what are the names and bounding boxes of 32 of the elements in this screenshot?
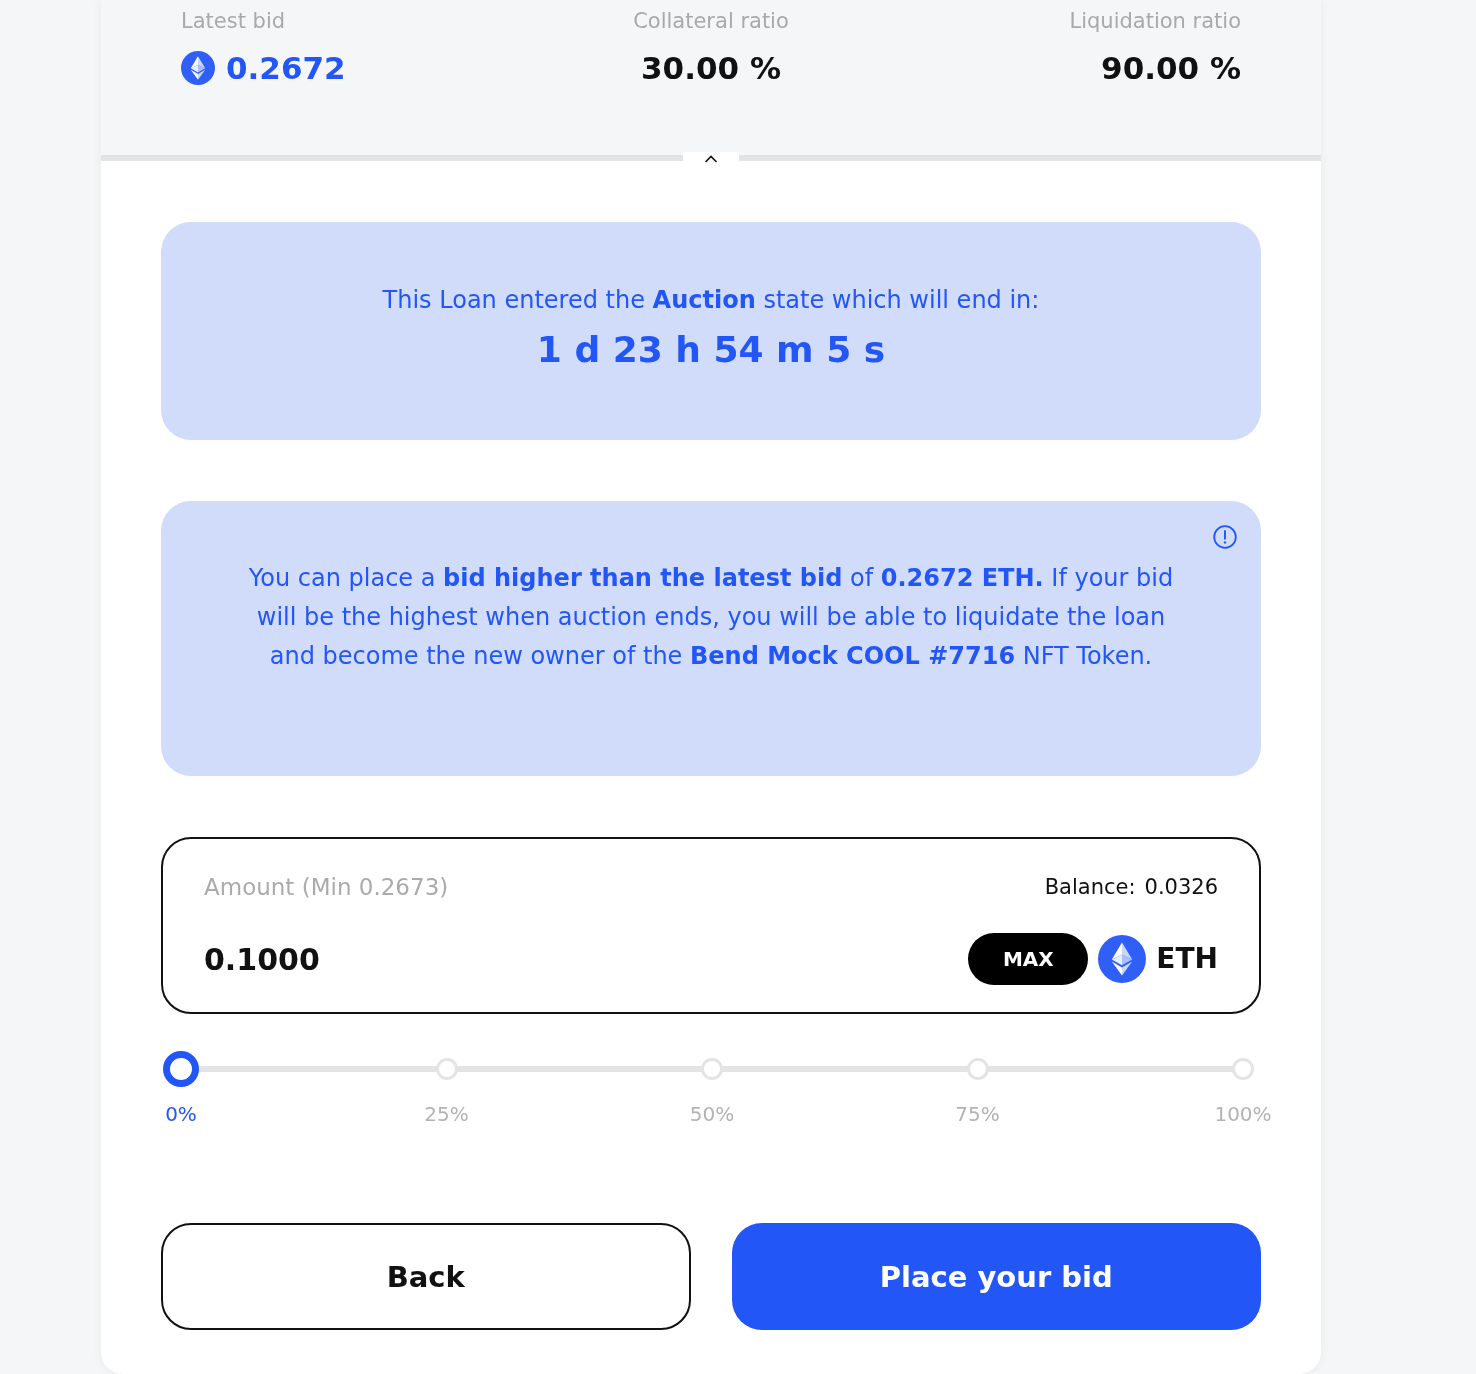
- balance-value: 0.0326: [1144, 874, 1218, 901]
- amount-input[interactable]: 0.1000: [204, 939, 969, 979]
- chevron-up-icon: [704, 155, 718, 163]
- stat-label: Latest bid: [181, 8, 286, 34]
- coin-icon: [181, 51, 215, 85]
- step-dot-icon: [1232, 1058, 1254, 1080]
- bid-info-text: You can place a bid higher than the latest bid of 0.2672 ETH. If your bid will be the highest when auction ends, you will be able to liquidate the loan and become the new owner of the Bend Mock COOL #7716 NFT Token.: [247, 563, 1175, 672]
- step-dot-icon: [435, 1058, 458, 1080]
- balance-label: Balance:: [1044, 874, 1136, 901]
- stat-label: Liquidation ratio: [1069, 8, 1241, 34]
- currency-label: ETH: [1156, 941, 1218, 977]
- slider-mark-label: 100%: [1214, 1102, 1272, 1126]
- slider-mark-label: 25%: [424, 1102, 469, 1126]
- stat-value: 0.2672: [226, 49, 346, 88]
- slider-thumb[interactable]: [163, 1051, 199, 1087]
- step-dot-icon: [701, 1058, 723, 1080]
- stat-label: Collateral ratio: [633, 8, 789, 34]
- stat-value: 90.00 %: [1101, 49, 1241, 88]
- slider-mark-label: 50%: [689, 1102, 735, 1126]
- slider-mark-label: 75%: [955, 1102, 1000, 1126]
- amount-label: Amount (Min 0.2673): [204, 873, 449, 902]
- coin-icon: [1098, 935, 1147, 983]
- step-dot-icon: [966, 1058, 989, 1080]
- place-bid-button[interactable]: Place your bid: [731, 1223, 1261, 1330]
- auction-notice-text: This Loan entered the Auction state which will end in:: [382, 285, 1040, 316]
- max-button[interactable]: MAX: [968, 933, 1089, 985]
- countdown-timer: 1 d 23 h 54 m 5 s: [536, 328, 886, 372]
- back-button[interactable]: Back: [161, 1223, 691, 1330]
- stat-value: 30.00 %: [641, 49, 781, 88]
- collapse-button[interactable]: [683, 152, 739, 166]
- exclamation-circle-icon[interactable]: [1213, 525, 1237, 549]
- slider-mark-label: 0%: [165, 1102, 197, 1126]
